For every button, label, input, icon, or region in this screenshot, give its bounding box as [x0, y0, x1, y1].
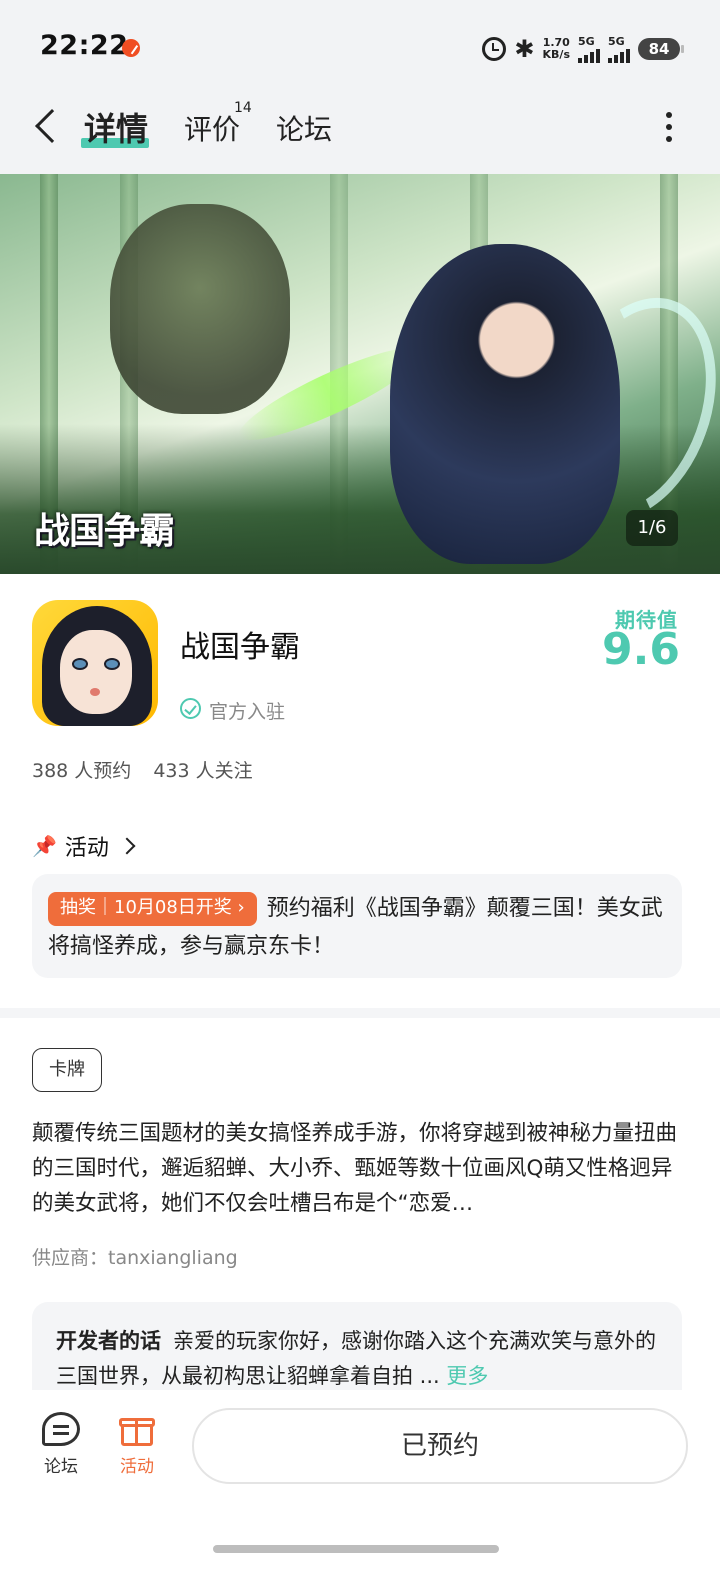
alarm-icon [482, 37, 507, 61]
status-bar: 22:22 ✱ 1.70 KB/s 5G 5G 84 [0, 0, 720, 90]
bottom-action-bar: 论坛 活动 已预约 [0, 1390, 720, 1584]
banner-page-counter: 1/6 [626, 510, 678, 546]
nav-bar: 详情 评价 14 论坛 [0, 90, 720, 174]
supplier-info: 供应商：tanxiangliang [32, 1247, 238, 1269]
developer-note-label: 开发者的话 [56, 1329, 161, 1353]
activity-card[interactable]: 抽奖｜10月08日开奖 › 预约福利《战国争霸》颠覆三国！美女武将搞怪养成，参与赢… [32, 874, 682, 978]
signal-icon-sim2: 5G [608, 36, 630, 63]
bottom-forum-label: 论坛 [44, 1457, 78, 1477]
activity-title: 活动 [64, 836, 109, 861]
bottom-activity-button[interactable]: 活动 [107, 1412, 167, 1477]
follower-count: 433 人关注 [153, 760, 253, 782]
forum-chat-icon [42, 1412, 80, 1446]
game-app-icon [32, 600, 158, 726]
section-divider [0, 1008, 720, 1018]
activity-section-header[interactable]: 📌 活动 [32, 830, 136, 862]
status-time: 22:22 [40, 30, 129, 61]
game-title: 战国争霸 [180, 630, 300, 665]
tab-details[interactable]: 详情 [84, 104, 148, 150]
more-link[interactable]: 更多 [446, 1364, 488, 1388]
banner-warrior-left [110, 204, 290, 414]
bottom-activity-label: 活动 [120, 1457, 154, 1477]
more-options-icon[interactable] [666, 112, 672, 142]
bottom-forum-button[interactable]: 论坛 [31, 1412, 91, 1477]
reserved-button[interactable]: 已预约 [192, 1408, 688, 1484]
tab-reviews[interactable]: 评价 [184, 108, 240, 148]
gift-icon [119, 1412, 155, 1446]
back-arrow-icon[interactable] [35, 109, 69, 143]
network-speed: 1.70 KB/s [542, 36, 570, 61]
game-description[interactable]: 颠覆传统三国题材的美女搞怪养成手游，你将穿越到被神秘力量扭曲的三国时代，邂逅貂蝉… [32, 1116, 688, 1224]
verified-check-icon [180, 698, 201, 719]
status-icons: ✱ 1.70 KB/s 5G 5G 84 [482, 34, 684, 64]
pin-icon: 📌 [32, 834, 57, 858]
battery-icon: 84 [638, 38, 684, 60]
chevron-right-icon [118, 837, 136, 855]
official-label: 官方入驻 [209, 701, 286, 723]
lottery-tag[interactable]: 抽奖｜10月08日开奖 › [48, 892, 257, 926]
genre-tag[interactable]: 卡牌 [32, 1048, 102, 1092]
signal-icon-sim1: 5G [578, 36, 600, 63]
reservation-count: 388 人预约 [32, 760, 132, 782]
game-stats: 388 人预约 433 人关注 [32, 756, 275, 783]
developer-note-card[interactable]: 开发者的话 亲爱的玩家你好，感谢你踏入这个充满欢笑与意外的三国世界，从最初构思让貂… [32, 1302, 682, 1392]
banner-carousel[interactable]: 战国争霸 1/6 [0, 174, 720, 574]
tab-forum[interactable]: 论坛 [276, 108, 332, 148]
home-indicator[interactable] [213, 1545, 499, 1553]
expectation-score: 9.6 [602, 624, 680, 675]
notification-icon [122, 39, 140, 57]
banner-game-logo: 战国争霸 [34, 510, 175, 552]
reviews-count-badge: 14 [234, 100, 252, 116]
bluetooth-icon: ✱ [514, 35, 535, 63]
